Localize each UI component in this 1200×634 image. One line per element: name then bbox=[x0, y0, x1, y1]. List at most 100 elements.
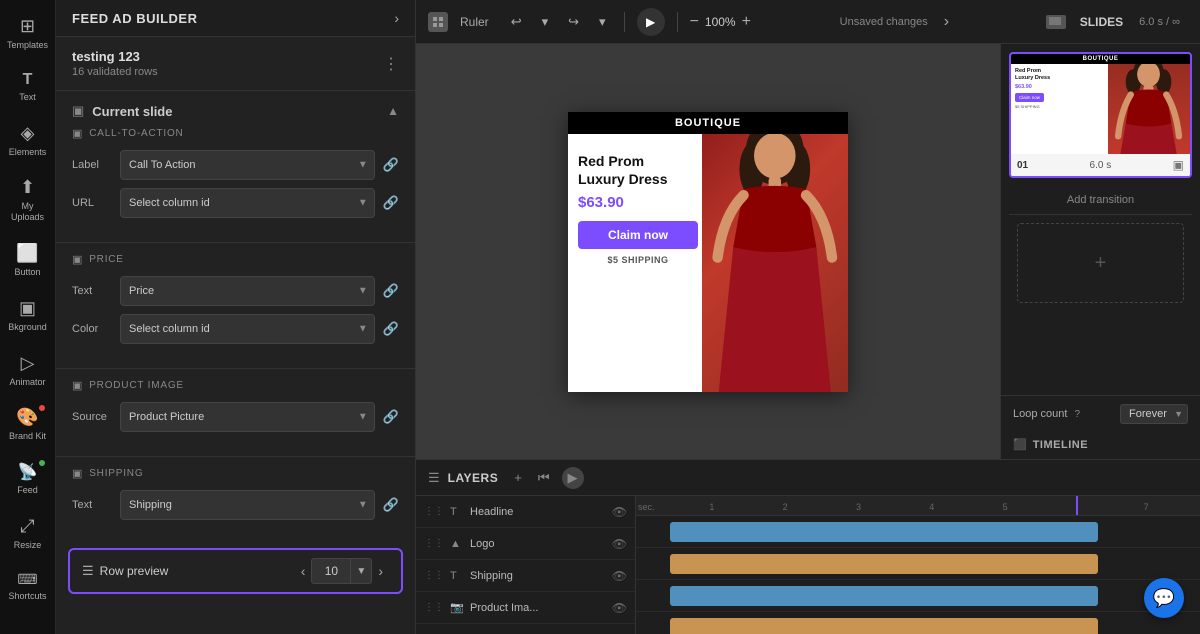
sidebar-item-button[interactable]: ⬜ Button bbox=[3, 235, 53, 286]
track-bar-headline bbox=[670, 522, 1099, 542]
price-section-label: ▣ PRICE bbox=[72, 253, 399, 266]
shipping-text-link-icon[interactable]: 🔗 bbox=[383, 497, 399, 513]
row-number-input[interactable] bbox=[311, 558, 351, 584]
shipping-text-field-label: Text bbox=[72, 499, 112, 511]
timeline-label-row: ⬛ TIMELINE bbox=[1013, 432, 1188, 451]
sidebar-icons: ⊞ Templates T Text ◈ Elements ⬆ My Uploa… bbox=[0, 0, 56, 634]
project-options-button[interactable]: ⋮ bbox=[383, 54, 399, 74]
sidebar-item-feed[interactable]: 📡 Feed bbox=[3, 454, 53, 504]
timeline-track-logo bbox=[636, 548, 1200, 580]
toolbar-more-button[interactable]: › bbox=[944, 13, 949, 31]
loop-count-select[interactable]: Forever 1 2 3 bbox=[1120, 404, 1188, 424]
timeline-content: ⋮⋮ T Headline 👁 ⋮⋮ ▲ Logo 👁 ⋮⋮ T Shippin… bbox=[416, 496, 1200, 634]
cta-label-select[interactable]: Call To Action bbox=[120, 150, 375, 180]
ad-cta-button[interactable]: Claim now bbox=[578, 221, 698, 249]
loop-help-icon[interactable]: ? bbox=[1074, 409, 1080, 420]
right-panel-bottom: Loop count ? Forever 1 2 3 ▼ ⬛ TIMEL bbox=[1001, 395, 1200, 459]
sidebar-item-shortcuts[interactable]: ⌨ Shortcuts bbox=[3, 563, 53, 610]
timeline-toolbar: ☰ LAYERS + ⏮ ▶ bbox=[416, 460, 1200, 496]
sidebar-item-animator[interactable]: ▷ Animator bbox=[3, 345, 53, 396]
chat-button[interactable]: 💬 bbox=[1144, 578, 1184, 618]
background-icon: ▣ bbox=[19, 298, 36, 319]
add-slide-button[interactable]: + bbox=[1017, 223, 1184, 303]
current-slide-header: ▣ Current slide ▲ bbox=[56, 91, 415, 127]
headline-visibility-icon[interactable]: 👁 bbox=[612, 505, 627, 519]
add-transition-button[interactable]: Add transition bbox=[1009, 186, 1192, 215]
sidebar-item-background[interactable]: ▣ Bkground bbox=[3, 290, 53, 341]
logo-type-icon: ▲ bbox=[450, 538, 464, 550]
product-image-section: ▣ PRODUCT IMAGE Source Product Picture ▼… bbox=[56, 379, 415, 452]
loop-count-label: Loop count bbox=[1013, 408, 1067, 420]
headline-type-icon: T bbox=[450, 506, 464, 518]
close-panel-button[interactable]: › bbox=[394, 10, 399, 26]
slide-thumb-price: $63.90 bbox=[1015, 84, 1112, 90]
headline-layer-name: Headline bbox=[470, 506, 606, 518]
row-prev-button[interactable]: ‹ bbox=[295, 561, 312, 581]
logo-visibility-icon[interactable]: 👁 bbox=[612, 537, 627, 551]
cta-section-label: ▣ CALL-TO-ACTION bbox=[72, 127, 399, 140]
slide-thumbnail[interactable]: BOUTIQUE Red PromLuxury Dress $63.90 Cla… bbox=[1009, 52, 1192, 178]
product-visibility-icon[interactable]: 👁 bbox=[612, 601, 627, 615]
slide-thumb-content: Red PromLuxury Dress $63.90 Claim now $5… bbox=[1015, 68, 1112, 109]
slide-delete-icon[interactable]: ▣ bbox=[1173, 158, 1184, 172]
add-layer-button[interactable]: + bbox=[510, 468, 526, 487]
sidebar-item-text[interactable]: T Text bbox=[3, 63, 53, 111]
product-source-link-icon[interactable]: 🔗 bbox=[383, 409, 399, 425]
ruler-mark-3: 3 bbox=[856, 502, 861, 512]
ruler-mark-5: 5 bbox=[1003, 502, 1008, 512]
sidebar-item-brand-kit[interactable]: 🎨 Brand Kit bbox=[3, 399, 53, 450]
toolbar-ruler-label: Ruler bbox=[460, 15, 489, 29]
shipping-text-select[interactable]: Shipping bbox=[120, 490, 375, 520]
ruler-mark-4: 4 bbox=[929, 502, 934, 512]
redo-dropdown-button[interactable]: ▾ bbox=[593, 10, 612, 34]
ad-product-title: Red PromLuxury Dress bbox=[578, 152, 698, 188]
redo-button[interactable]: ↪ bbox=[562, 10, 585, 34]
sidebar-item-templates[interactable]: ⊞ Templates bbox=[3, 8, 53, 59]
project-rows: 16 validated rows bbox=[72, 66, 158, 78]
collapse-button[interactable]: ▲ bbox=[387, 104, 399, 118]
cta-label-link-icon[interactable]: 🔗 bbox=[383, 157, 399, 173]
ruler-mark-2: 2 bbox=[783, 502, 788, 512]
cta-icon: ▣ bbox=[72, 127, 83, 140]
price-text-link-icon[interactable]: 🔗 bbox=[383, 283, 399, 299]
slide-thumb-shipping: $5 SHIPPING bbox=[1015, 104, 1112, 109]
layer-drag-handle[interactable]: ⋮⋮ bbox=[424, 570, 444, 581]
undo-button[interactable]: ↩ bbox=[505, 10, 528, 34]
product-source-select[interactable]: Product Picture bbox=[120, 402, 375, 432]
play-timeline-button[interactable]: ▶ bbox=[562, 467, 584, 489]
price-text-select-wrap: Price ▼ bbox=[120, 276, 375, 306]
play-button[interactable]: ▶ bbox=[637, 8, 665, 36]
product-layer-name: Product Ima... bbox=[470, 602, 606, 614]
product-image-icon: ▣ bbox=[72, 379, 83, 392]
product-source-select-wrap: Product Picture ▼ bbox=[120, 402, 375, 432]
shipping-text-select-wrap: Shipping ▼ bbox=[120, 490, 375, 520]
undo-dropdown-button[interactable]: ▾ bbox=[536, 10, 555, 34]
product-source-row: Source Product Picture ▼ 🔗 bbox=[72, 402, 399, 432]
shipping-visibility-icon[interactable]: 👁 bbox=[612, 569, 627, 583]
zoom-in-button[interactable]: + bbox=[742, 13, 751, 31]
cta-url-select[interactable]: Select column id bbox=[120, 188, 375, 218]
price-text-select[interactable]: Price bbox=[120, 276, 375, 306]
slide-footer: 01 6.0 s ▣ bbox=[1011, 154, 1190, 176]
cta-url-field-label: URL bbox=[72, 197, 112, 209]
prev-frame-button[interactable]: ⏮ bbox=[534, 468, 554, 488]
top-toolbar: Ruler ↩ ▾ ↪ ▾ ▶ − 100% + Unsaved changes… bbox=[416, 0, 1200, 44]
ad-content: Red PromLuxury Dress $63.90 Claim now $5… bbox=[568, 140, 708, 277]
row-next-button[interactable]: › bbox=[372, 561, 389, 581]
price-color-select[interactable]: Select column id bbox=[120, 314, 375, 344]
track-bar-logo bbox=[670, 554, 1099, 574]
layer-drag-handle[interactable]: ⋮⋮ bbox=[424, 602, 444, 613]
layer-drag-handle[interactable]: ⋮⋮ bbox=[424, 538, 444, 549]
timeline-ruler: sec. 1 2 3 4 5 7 bbox=[636, 496, 1200, 516]
price-color-unlink-icon[interactable]: 🔗 bbox=[383, 321, 399, 337]
loop-select-wrap: Forever 1 2 3 ▼ bbox=[1120, 404, 1188, 424]
templates-icon: ⊞ bbox=[20, 16, 35, 37]
cta-url-unlink-icon[interactable]: 🔗 bbox=[383, 195, 399, 211]
zoom-out-button[interactable]: − bbox=[690, 13, 699, 31]
sidebar-item-resize[interactable]: ⤢ Resize bbox=[3, 508, 53, 559]
sidebar-item-elements[interactable]: ◈ Elements bbox=[3, 115, 53, 166]
layer-drag-handle[interactable]: ⋮⋮ bbox=[424, 506, 444, 517]
sidebar-item-uploads[interactable]: ⬆ My Uploads bbox=[3, 169, 53, 231]
chat-icon: 💬 bbox=[1153, 588, 1175, 609]
row-number-dropdown[interactable]: ▼ bbox=[351, 558, 372, 584]
